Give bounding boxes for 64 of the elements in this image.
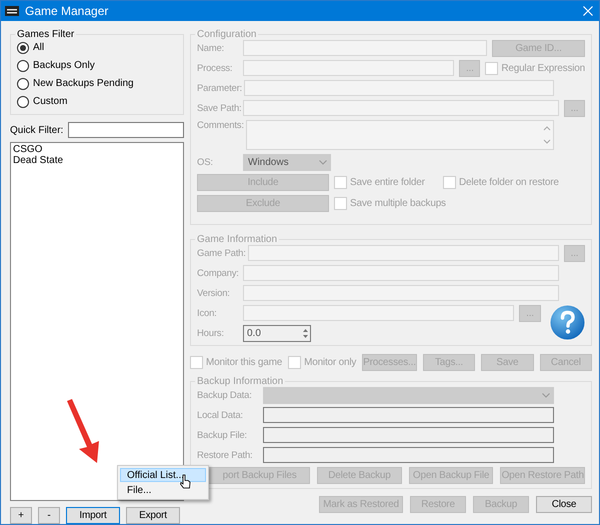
- radio-label: Custom: [33, 96, 68, 107]
- field-label: Backup Data:: [197, 390, 253, 400]
- field-label: Game Path:: [197, 248, 246, 258]
- group-title: Configuration: [196, 29, 258, 40]
- browse-button[interactable]: ...: [564, 100, 585, 116]
- menu-item[interactable]: File...: [120, 483, 206, 497]
- field-label: OS:: [197, 156, 214, 168]
- hours-spinner[interactable]: 0.0: [243, 324, 311, 342]
- list-button[interactable]: Export: [126, 507, 180, 524]
- radio-button[interactable]: [17, 96, 29, 108]
- field-label: Parameter:: [197, 82, 242, 94]
- checkbox[interactable]: [190, 356, 203, 368]
- radio-label: New Backups Pending: [33, 78, 134, 89]
- group-title: Games Filter: [16, 29, 76, 40]
- chevron-down-icon: [542, 392, 550, 398]
- quick-filter-label: Quick Filter:: [10, 124, 64, 136]
- browse-button[interactable]: ...: [564, 244, 585, 262]
- field-label: Icon:: [197, 308, 218, 318]
- comments-field[interactable]: [246, 120, 554, 150]
- radio-label: All: [33, 42, 44, 53]
- checkbox-label: Delete folder on restore: [459, 177, 559, 188]
- close-icon[interactable]: [583, 6, 593, 16]
- radio-button[interactable]: [17, 42, 29, 54]
- field-label: Backup File:: [197, 430, 248, 440]
- list-button[interactable]: +: [10, 507, 32, 524]
- checkbox-label: Save entire folder: [350, 177, 425, 188]
- field-label: Hours:: [197, 328, 225, 338]
- field-label: Process:: [197, 62, 234, 74]
- checkbox[interactable]: [334, 197, 347, 210]
- dialog-button[interactable]: Close: [536, 496, 592, 513]
- radio-label: Backups Only: [33, 60, 95, 71]
- menu-item[interactable]: Official List...: [120, 468, 206, 482]
- field-label: Save Path:: [197, 102, 242, 114]
- game-item[interactable]: CSGO: [13, 144, 181, 155]
- group-title: Backup Information: [196, 376, 284, 387]
- checkbox-label: Monitor only: [304, 356, 356, 368]
- field-label: Version:: [197, 288, 231, 298]
- group-title: Game Information: [196, 234, 278, 245]
- field-label: Name:: [197, 42, 225, 54]
- checkbox[interactable]: [288, 356, 302, 368]
- os-dropdown[interactable]: Windows: [243, 154, 331, 170]
- window-title: Game Manager: [25, 4, 110, 18]
- field-label: Company:: [197, 268, 240, 278]
- checkbox-label: Regular Expression: [501, 62, 585, 74]
- checkbox-label: Save multiple backups: [350, 198, 446, 209]
- field-label: Restore Path:: [197, 450, 254, 460]
- quick-filter-field[interactable]: [68, 122, 184, 138]
- checkbox[interactable]: [485, 62, 498, 74]
- list-button[interactable]: Import: [66, 507, 120, 524]
- checkbox[interactable]: [334, 176, 347, 189]
- radio-button[interactable]: [17, 78, 29, 90]
- app-icon: [5, 6, 19, 16]
- radio-button[interactable]: [17, 60, 29, 72]
- list-button[interactable]: -: [38, 507, 60, 524]
- browse-button[interactable]: ...: [519, 304, 541, 322]
- checkbox[interactable]: [443, 176, 456, 189]
- spin-arrows-icon: [301, 326, 310, 340]
- field-label: Local Data:: [197, 410, 244, 420]
- checkbox-label: Monitor this game: [206, 356, 282, 368]
- field-label: Comments:: [197, 120, 244, 131]
- chevron-down-icon: [319, 160, 327, 164]
- help-icon[interactable]: [550, 305, 585, 340]
- game-item[interactable]: Dead State: [13, 155, 181, 166]
- browse-button[interactable]: ...: [459, 60, 480, 76]
